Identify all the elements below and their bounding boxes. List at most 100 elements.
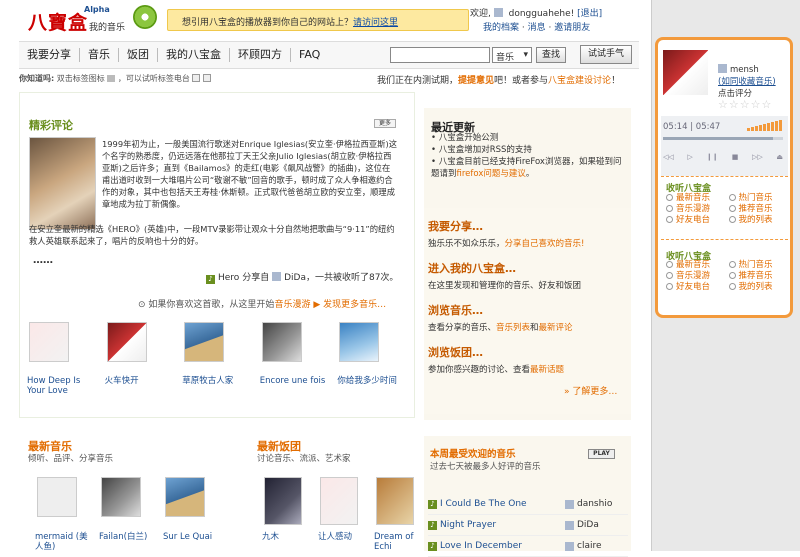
radio-icon[interactable] <box>728 216 736 223</box>
roam-link[interactable]: 音乐漫游 <box>274 300 310 310</box>
radio-icon[interactable] <box>666 216 673 223</box>
album-label[interactable]: Failan(白兰) <box>99 532 155 542</box>
listen-option[interactable]: 我的列表 <box>728 215 792 226</box>
album-item[interactable]: Dream of Echi <box>374 477 420 552</box>
action-title[interactable]: 浏览音乐… <box>428 302 628 318</box>
radio-icon[interactable] <box>728 205 736 212</box>
popular-user[interactable]: danshio <box>577 499 612 509</box>
action-title[interactable]: 进入我的八宝盒… <box>428 260 628 276</box>
album-label[interactable]: 草原牧古人家 <box>182 376 252 386</box>
album-cover[interactable] <box>29 322 69 362</box>
search-input[interactable] <box>390 47 490 63</box>
album-item[interactable]: 让人感动 <box>318 477 364 552</box>
tip-next-icon[interactable] <box>202 74 211 82</box>
album-cover[interactable] <box>165 477 205 517</box>
radio-icon[interactable] <box>666 205 673 212</box>
tip-prev-icon[interactable] <box>192 74 201 82</box>
album-label[interactable]: Dream of Echi <box>374 532 418 552</box>
listen-option[interactable]: 音乐漫游 <box>666 271 729 282</box>
album-item[interactable]: Sur Le Quai <box>163 477 221 552</box>
album-item[interactable]: Encore une fois <box>260 322 332 396</box>
radio-icon[interactable] <box>728 272 736 279</box>
album-item[interactable]: 你给我多少时间 <box>337 322 409 396</box>
album-cover[interactable] <box>264 477 302 525</box>
popular-user[interactable]: DiDa <box>577 520 599 530</box>
sharer-link[interactable]: DiDa <box>284 273 306 283</box>
action-link-2[interactable]: 最新评论 <box>539 323 573 333</box>
listen-option[interactable]: 好友电台 <box>666 215 729 226</box>
lucky-button[interactable]: 试试手气 <box>580 45 632 64</box>
album-cover[interactable] <box>376 477 414 525</box>
popular-song[interactable]: Love In December <box>440 541 565 551</box>
stop-icon[interactable]: ■ <box>732 153 739 161</box>
popular-song[interactable]: Night Prayer <box>440 520 565 530</box>
nav-music[interactable]: 音乐 <box>80 48 119 62</box>
album-cover[interactable] <box>106 322 147 362</box>
action-title[interactable]: 我要分享… <box>428 218 628 234</box>
album-item[interactable]: How Deep Is Your Love <box>27 322 99 396</box>
logout-link[interactable]: [退出] <box>577 9 602 19</box>
nav-groups[interactable]: 饭团 <box>119 48 158 62</box>
radio-icon[interactable] <box>666 261 673 268</box>
album-label[interactable]: 让人感动 <box>318 532 362 542</box>
nav-my-box[interactable]: 我的八宝盒 <box>158 48 230 62</box>
album-cover[interactable] <box>37 477 77 517</box>
album-item[interactable]: 九木 <box>262 477 308 552</box>
listen-option[interactable]: 音乐漫游 <box>666 204 729 215</box>
action-link[interactable]: 音乐列表 <box>496 323 530 333</box>
album-cover[interactable] <box>320 477 358 525</box>
popular-song[interactable]: I Could Be The One <box>440 499 565 509</box>
progress-bar[interactable] <box>663 137 783 140</box>
album-item[interactable]: 火车快开 <box>105 322 177 396</box>
radio-icon[interactable] <box>728 283 736 290</box>
listen-option[interactable]: 最新音乐 <box>666 260 729 271</box>
eject-icon[interactable]: ⏏ <box>776 153 783 161</box>
album-label[interactable]: How Deep Is Your Love <box>27 376 97 396</box>
album-label[interactable]: 你给我多少时间 <box>337 376 407 386</box>
listen-option[interactable]: 我的列表 <box>728 282 792 293</box>
site-logo[interactable]: 八寶盒 <box>28 8 88 35</box>
album-item[interactable]: mermaid (美人鱼) <box>35 477 93 552</box>
rating-stars[interactable]: ☆☆☆☆☆ <box>718 98 772 111</box>
prev-icon[interactable]: ◁◁ <box>663 153 674 161</box>
album-label[interactable]: 火车快开 <box>105 376 175 386</box>
action-link[interactable]: 分享自己喜欢的音乐! <box>505 239 585 249</box>
album-label[interactable]: 九木 <box>262 532 306 542</box>
radio-icon[interactable] <box>728 261 736 268</box>
radio-icon[interactable] <box>666 194 673 201</box>
album-item[interactable]: 草原牧古人家 <box>182 322 254 396</box>
search-button[interactable]: 查找 <box>536 47 566 63</box>
feedback-link[interactable]: 提提意见 <box>458 76 494 86</box>
learn-more-link[interactable]: » 了解更多… <box>564 384 617 397</box>
nav-share[interactable]: 我要分享 <box>19 48 80 62</box>
radio-icon[interactable] <box>728 194 736 201</box>
discuss-link[interactable]: 八宝盒建设讨论 <box>548 76 611 86</box>
listen-option[interactable]: 好友电台 <box>666 282 729 293</box>
volume-icon[interactable] <box>747 120 782 131</box>
radio-icon[interactable] <box>666 283 673 290</box>
firefox-link[interactable]: firefox问题与建议 <box>457 169 526 179</box>
listen-option[interactable]: 推荐音乐 <box>728 271 792 282</box>
listen-option[interactable]: 热门音乐 <box>728 193 792 204</box>
album-label[interactable]: mermaid (美人鱼) <box>35 532 91 552</box>
nav-faq[interactable]: FAQ <box>291 48 328 62</box>
album-label[interactable]: Sur Le Quai <box>163 532 219 542</box>
pause-icon[interactable]: ❙❙ <box>706 153 718 161</box>
listen-option[interactable]: 最新音乐 <box>666 193 729 204</box>
messages-link[interactable]: 消息 <box>528 23 546 33</box>
action-link[interactable]: 最新话题 <box>530 365 564 375</box>
next-icon[interactable]: ▷▷ <box>752 153 763 161</box>
listen-option[interactable]: 推荐音乐 <box>728 204 792 215</box>
listen-option[interactable]: 热门音乐 <box>728 260 792 271</box>
song-link[interactable]: Hero <box>218 273 239 283</box>
album-cover[interactable] <box>339 322 380 362</box>
invite-link[interactable]: 邀请朋友 <box>554 23 590 33</box>
my-profile-link[interactable]: 我的档案 <box>483 23 519 33</box>
banner-link[interactable]: 请访问这里 <box>353 18 398 28</box>
action-title[interactable]: 浏览饭团… <box>428 344 628 360</box>
album-item[interactable]: Failan(白兰) <box>99 477 157 552</box>
popular-user[interactable]: claire <box>577 541 602 551</box>
album-cover[interactable] <box>101 477 141 517</box>
play-icon[interactable]: ▷ <box>687 153 692 161</box>
discover-link[interactable]: 发现更多音乐… <box>323 300 386 310</box>
